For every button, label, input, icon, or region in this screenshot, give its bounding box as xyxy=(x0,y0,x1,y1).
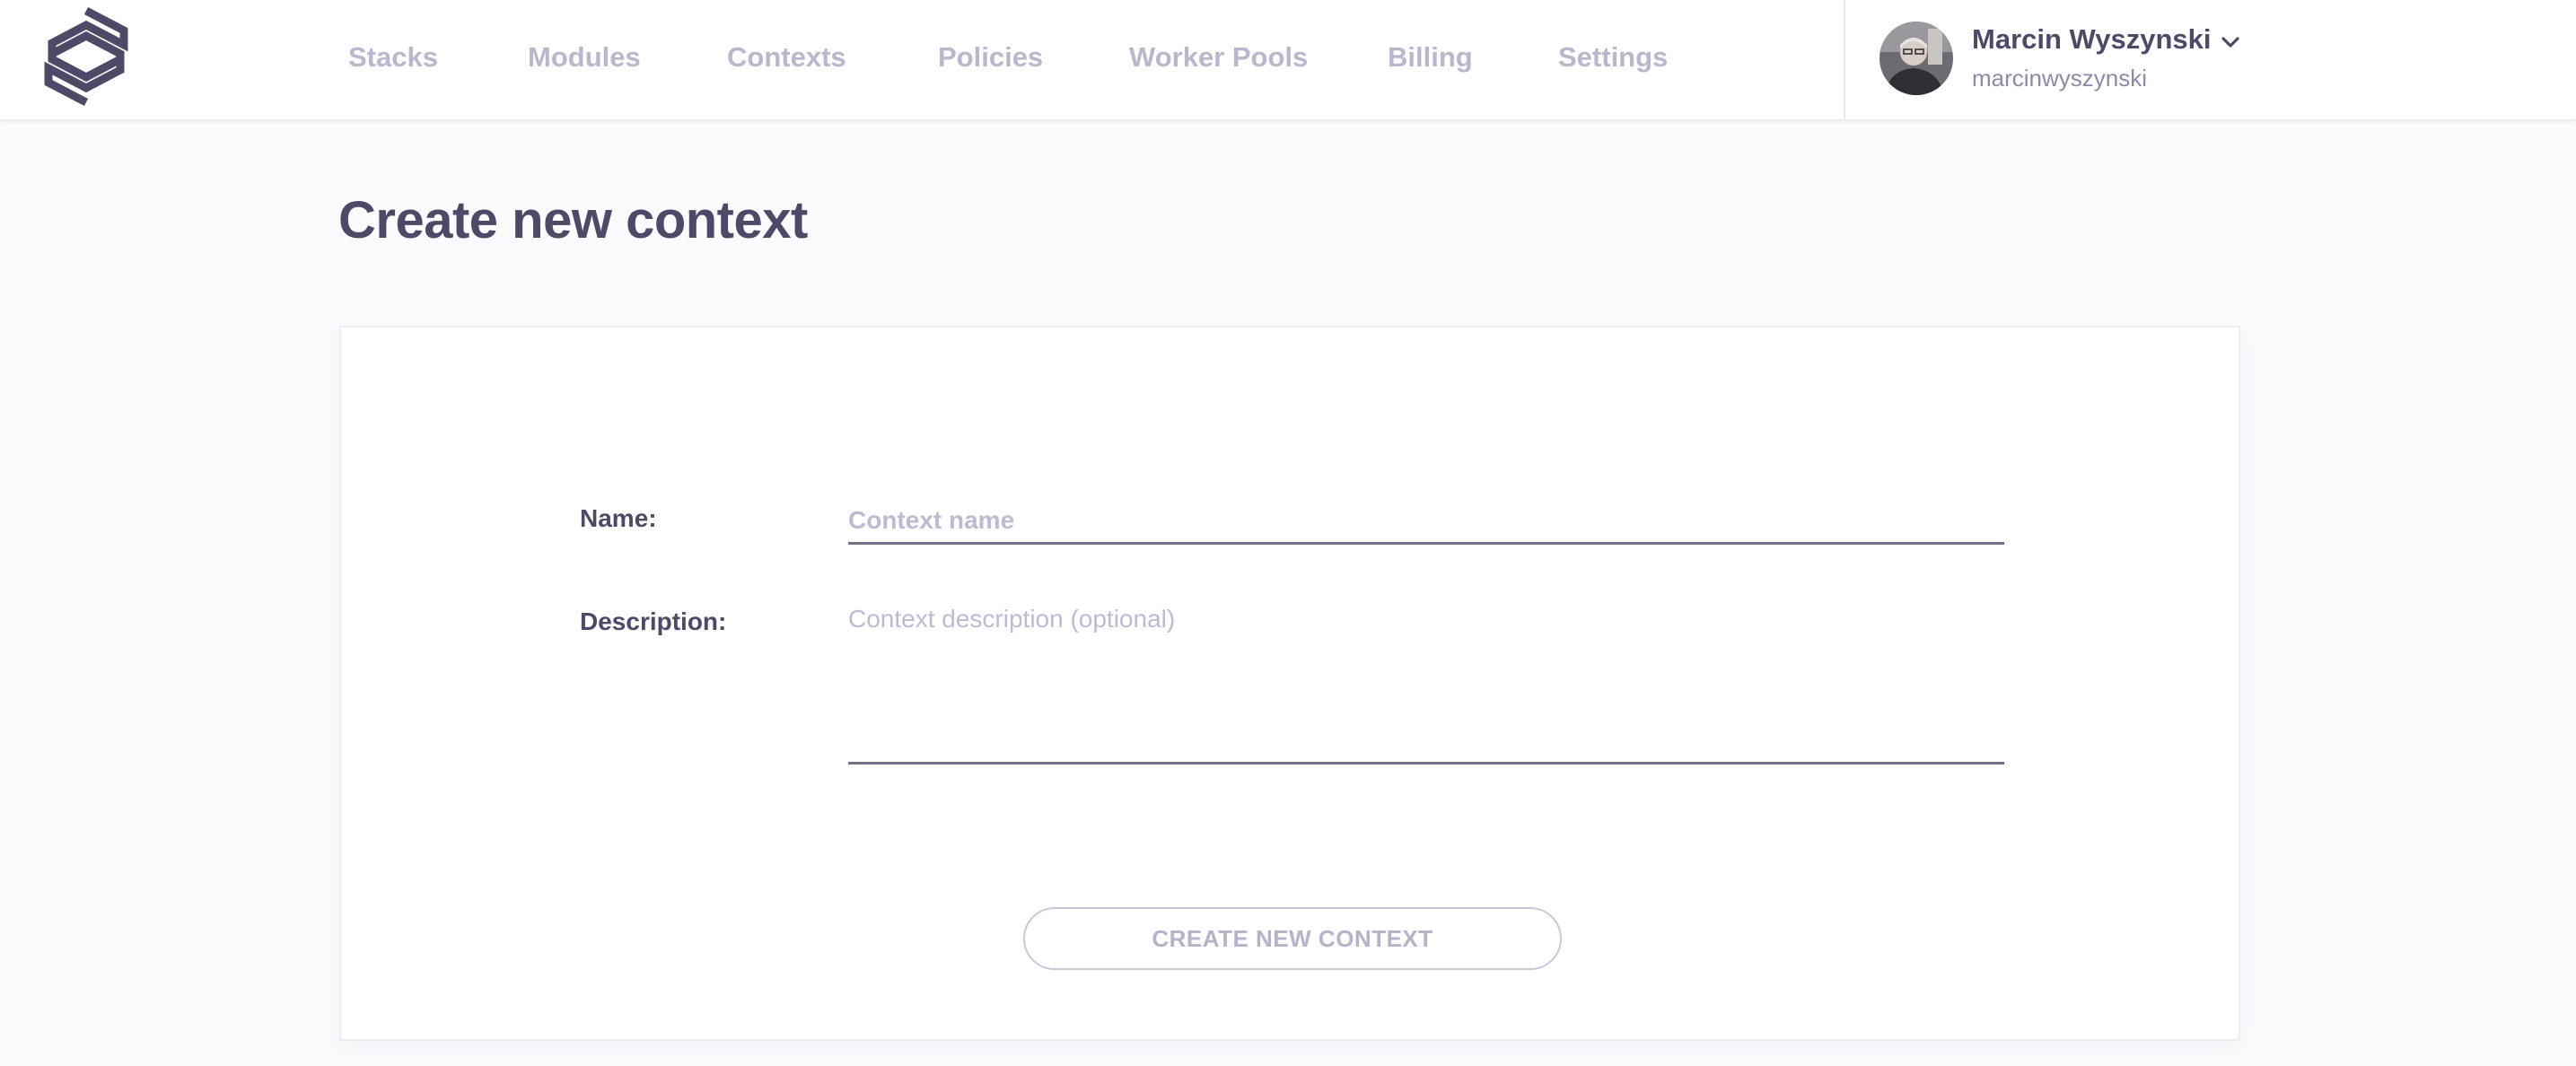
name-label: Name: xyxy=(580,504,657,532)
context-description-input[interactable] xyxy=(848,603,2004,765)
create-context-form: Name: Description: CREATE NEW CONTEXT xyxy=(339,326,2240,1041)
avatar-image xyxy=(1879,22,1953,95)
spacelift-logo[interactable] xyxy=(39,5,133,108)
nav-stacks[interactable]: Stacks xyxy=(348,41,438,74)
nav-billing[interactable]: Billing xyxy=(1388,41,1473,74)
top-header: Stacks Modules Contexts Policies Worker … xyxy=(0,0,2576,120)
logo-icon xyxy=(44,7,128,106)
nav-contexts[interactable]: Contexts xyxy=(727,41,846,74)
description-label: Description: xyxy=(580,607,727,635)
header-divider xyxy=(1844,0,1845,120)
page-title: Create new context xyxy=(338,191,808,249)
nav-worker-pools[interactable]: Worker Pools xyxy=(1129,41,1308,74)
nav-modules[interactable]: Modules xyxy=(528,41,641,74)
user-handle: marcinwyszynski xyxy=(1972,65,2148,92)
create-context-button[interactable]: CREATE NEW CONTEXT xyxy=(1023,907,1562,970)
nav-settings[interactable]: Settings xyxy=(1558,41,1668,74)
user-name: Marcin Wyszynski xyxy=(1972,23,2212,55)
user-menu[interactable]: Marcin Wyszynski marcinwyszynski xyxy=(1879,20,2256,100)
avatar xyxy=(1879,22,1953,95)
context-name-input[interactable] xyxy=(848,498,2004,545)
nav-policies[interactable]: Policies xyxy=(938,41,1043,74)
chevron-down-icon[interactable] xyxy=(2217,29,2244,56)
